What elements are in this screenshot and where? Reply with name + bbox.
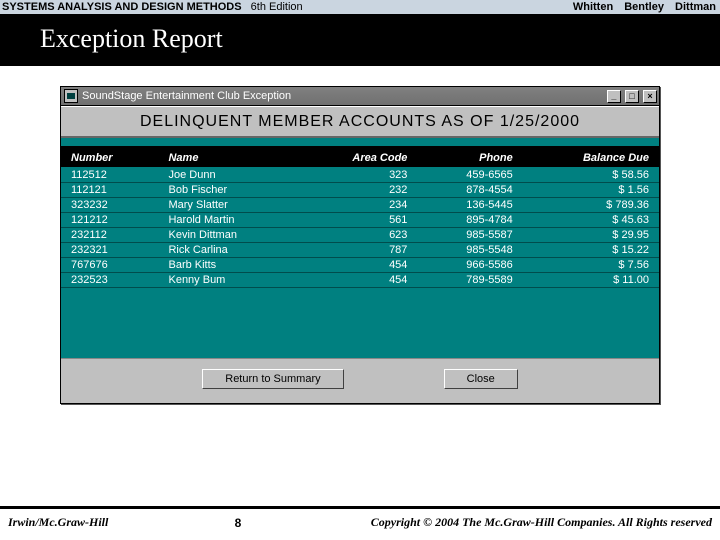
cell-phone: 789-5589 (417, 273, 522, 288)
book-edition: 6th Edition (251, 1, 303, 13)
cell-phone: 878-4554 (417, 183, 522, 198)
cell-area: 232 (299, 183, 418, 198)
dialog-titlebar[interactable]: SoundStage Entertainment Club Exception … (61, 87, 659, 106)
app-icon (64, 89, 78, 103)
cell-phone: 136-5445 (417, 198, 522, 213)
cell-phone: 895-4784 (417, 213, 522, 228)
spacer (61, 138, 659, 146)
slide-footer: Irwin/Mc.Graw-Hill 8 Copyright © 2004 Th… (0, 506, 720, 540)
cell-name: Kevin Dittman (158, 228, 298, 243)
cell-phone: 459-6565 (417, 168, 522, 183)
cell-balance: $ 1.56 (523, 183, 659, 198)
cell-balance: $ 58.56 (523, 168, 659, 183)
cell-name: Barb Kitts (158, 258, 298, 273)
maximize-icon[interactable]: □ (625, 90, 639, 103)
cell-area: 787 (299, 243, 418, 258)
cell-number: 323232 (61, 198, 158, 213)
cell-number: 121212 (61, 213, 158, 228)
cell-number: 767676 (61, 258, 158, 273)
accounts-table: Number Name Area Code Phone Balance Due … (61, 150, 659, 288)
dialog-title-text: SoundStage Entertainment Club Exception (82, 90, 291, 102)
table-row: 323232Mary Slatter234136-5445$ 789.36 (61, 198, 659, 213)
table-padding (61, 288, 659, 358)
table-row: 232523Kenny Bum454789-5589$ 11.00 (61, 273, 659, 288)
cell-area: 623 (299, 228, 418, 243)
cell-name: Rick Carlina (158, 243, 298, 258)
table-row: 767676Barb Kitts454966-5586$ 7.56 (61, 258, 659, 273)
report-heading: DELINQUENT MEMBER ACCOUNTS AS OF 1/25/20… (61, 106, 659, 138)
cell-name: Bob Fischer (158, 183, 298, 198)
author-3: Dittman (675, 1, 716, 13)
author-1: Whitten (573, 1, 613, 13)
col-area: Area Code (299, 150, 418, 168)
col-phone: Phone (417, 150, 522, 168)
minimize-icon[interactable]: _ (607, 90, 621, 103)
cell-area: 454 (299, 273, 418, 288)
book-title: SYSTEMS ANALYSIS AND DESIGN METHODS (2, 1, 242, 13)
cell-number: 112121 (61, 183, 158, 198)
cell-area: 323 (299, 168, 418, 183)
table-row: 121212Harold Martin561895-4784$ 45.63 (61, 213, 659, 228)
table-row: 112121Bob Fischer232878-4554$ 1.56 (61, 183, 659, 198)
table-row: 112512Joe Dunn323459-6565$ 58.56 (61, 168, 659, 183)
table-row: 232112Kevin Dittman623985-5587$ 29.95 (61, 228, 659, 243)
page-number: 8 (208, 516, 268, 530)
cell-balance: $ 789.36 (523, 198, 659, 213)
cell-phone: 966-5586 (417, 258, 522, 273)
cell-balance: $ 15.22 (523, 243, 659, 258)
exception-dialog: SoundStage Entertainment Club Exception … (60, 86, 660, 404)
cell-phone: 985-5587 (417, 228, 522, 243)
col-number: Number (61, 150, 158, 168)
publisher-label: Irwin/Mc.Graw-Hill (8, 515, 208, 530)
table-header-row: Number Name Area Code Phone Balance Due (61, 150, 659, 168)
cell-name: Joe Dunn (158, 168, 298, 183)
author-2: Bentley (624, 1, 664, 13)
slide-body: SoundStage Entertainment Club Exception … (0, 66, 720, 496)
cell-number: 112512 (61, 168, 158, 183)
dialog-button-row: Return to Summary Close (61, 358, 659, 403)
cell-number: 232112 (61, 228, 158, 243)
copyright-label: Copyright © 2004 The Mc.Graw-Hill Compan… (268, 515, 712, 530)
cell-area: 454 (299, 258, 418, 273)
cell-name: Harold Martin (158, 213, 298, 228)
cell-number: 232523 (61, 273, 158, 288)
book-title-block: SYSTEMS ANALYSIS AND DESIGN METHODS 6th … (2, 1, 303, 13)
close-button[interactable]: Close (444, 369, 518, 389)
authors: Whitten Bentley Dittman (565, 1, 716, 13)
book-header: SYSTEMS ANALYSIS AND DESIGN METHODS 6th … (0, 0, 720, 16)
cell-balance: $ 11.00 (523, 273, 659, 288)
cell-balance: $ 7.56 (523, 258, 659, 273)
col-name: Name (158, 150, 298, 168)
cell-balance: $ 45.63 (523, 213, 659, 228)
cell-name: Kenny Bum (158, 273, 298, 288)
cell-number: 232321 (61, 243, 158, 258)
cell-area: 561 (299, 213, 418, 228)
cell-area: 234 (299, 198, 418, 213)
slide-title: Exception Report (0, 16, 720, 66)
return-button[interactable]: Return to Summary (202, 369, 343, 389)
cell-phone: 985-5548 (417, 243, 522, 258)
cell-balance: $ 29.95 (523, 228, 659, 243)
cell-name: Mary Slatter (158, 198, 298, 213)
close-icon[interactable]: × (643, 90, 657, 103)
col-balance: Balance Due (523, 150, 659, 168)
table-row: 232321Rick Carlina787985-5548$ 15.22 (61, 243, 659, 258)
